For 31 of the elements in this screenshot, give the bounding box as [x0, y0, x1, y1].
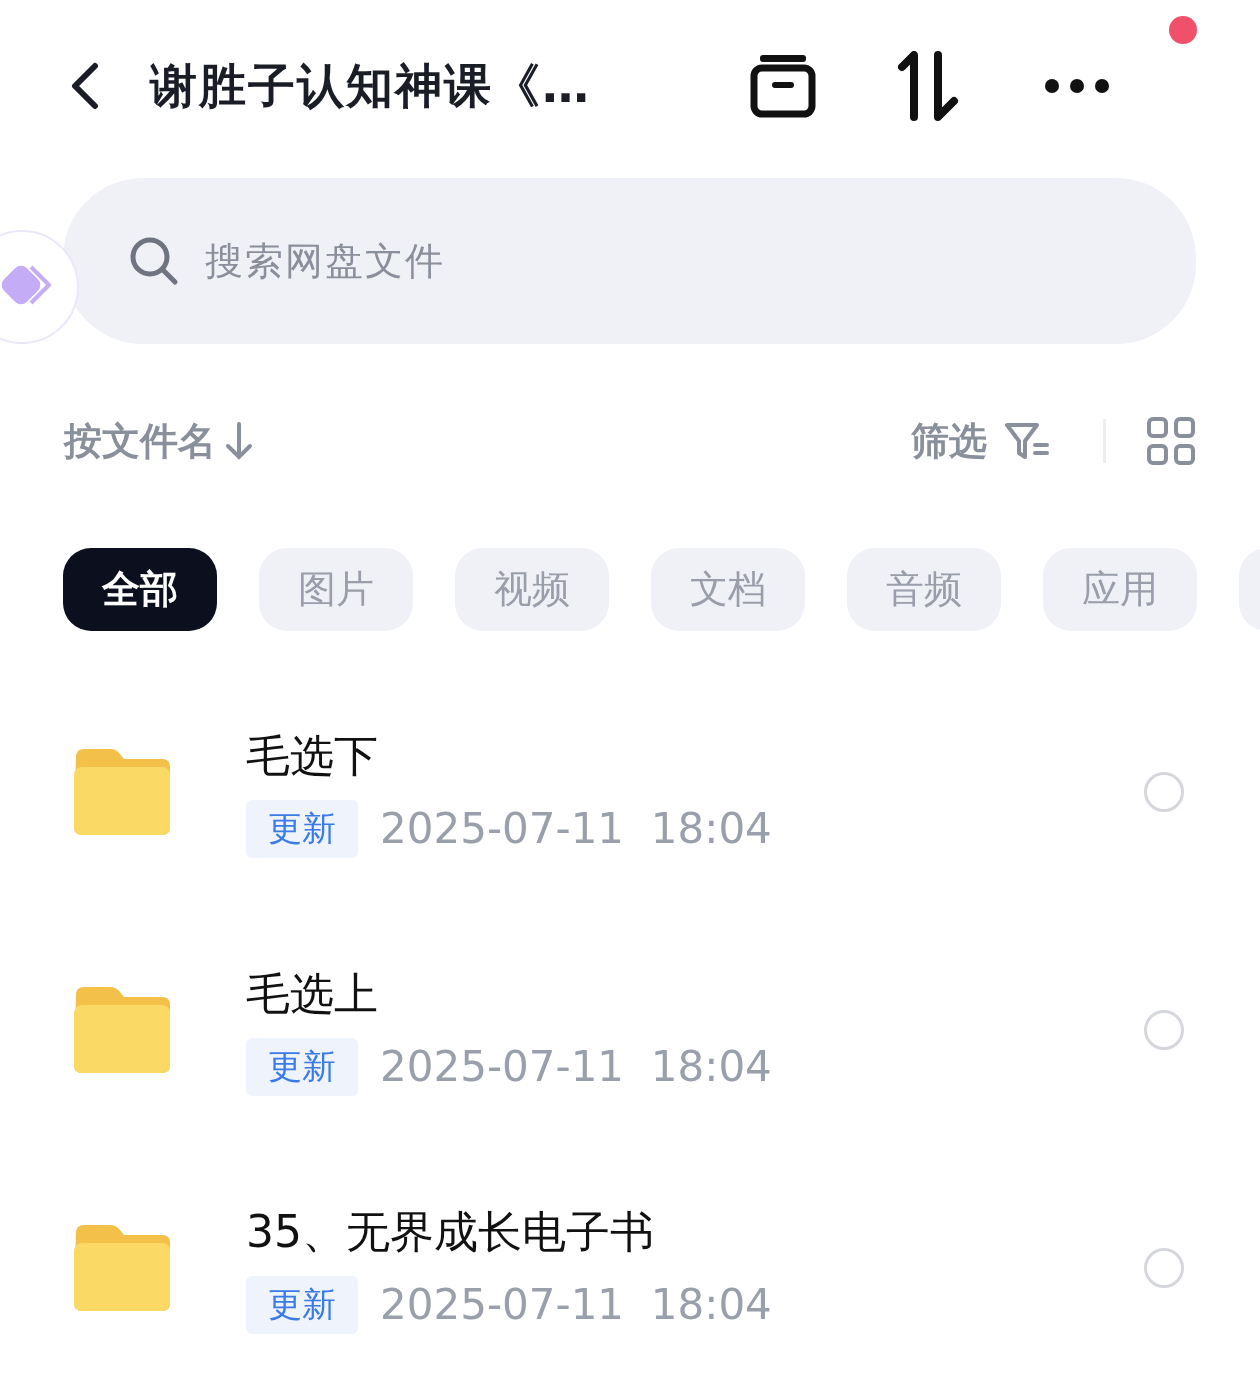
modified-date: 2025-07-11 18:04: [380, 1280, 772, 1329]
category-tab[interactable]: 音频: [847, 548, 1001, 631]
category-tab[interactable]: 应用: [1043, 548, 1197, 631]
search-field[interactable]: 搜索网盘文件: [63, 178, 1196, 344]
file-name: 毛选下: [246, 728, 379, 783]
sort-by-name-button[interactable]: 按文件名: [64, 415, 254, 467]
more-button[interactable]: [1042, 76, 1112, 96]
select-radio[interactable]: [1144, 1010, 1184, 1050]
update-tag: 更新: [246, 1275, 358, 1334]
category-tab[interactable]: 图片: [259, 548, 413, 631]
select-radio[interactable]: [1144, 1248, 1184, 1288]
archive-button[interactable]: [750, 53, 816, 119]
folder-icon: [72, 747, 172, 837]
filter-button[interactable]: 筛选: [911, 415, 1053, 467]
category-tab[interactable]: 视频: [455, 548, 609, 631]
sort-button[interactable]: [898, 51, 960, 121]
folder-icon: [72, 985, 172, 1075]
page-title: 谢胜子认知神课《…: [150, 56, 592, 115]
file-name: 毛选上: [246, 966, 379, 1021]
category-tab[interactable]: 全部: [63, 548, 217, 631]
modified-date: 2025-07-11 18:04: [380, 1042, 772, 1091]
search-icon: [129, 236, 179, 286]
modified-date: 2025-07-11 18:04: [380, 804, 772, 853]
select-radio[interactable]: [1144, 772, 1184, 812]
grid-view-button[interactable]: [1146, 416, 1196, 466]
update-tag: 更新: [246, 799, 358, 858]
category-tab[interactable]: 文档: [651, 548, 805, 631]
update-tag: 更新: [246, 1037, 358, 1096]
file-name: 35、无界成长电子书: [246, 1204, 655, 1259]
down-arrow-icon: [224, 421, 254, 461]
folder-icon: [72, 1223, 172, 1313]
